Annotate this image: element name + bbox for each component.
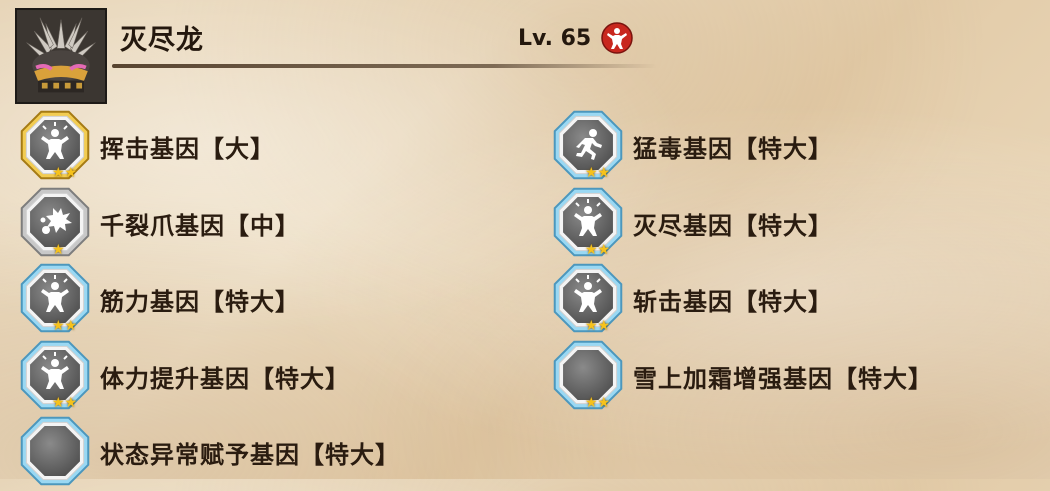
gene-item[interactable]: ★★ 灭尽基因【特大】: [549, 184, 833, 262]
gene-icon-frame: ★★: [549, 337, 627, 415]
gene-icon-frame: ★★: [16, 107, 94, 185]
rarity-stars: ★★: [585, 165, 611, 181]
gene-item[interactable]: 状态异常赋予基因【特大】: [16, 413, 400, 491]
strength-emblem-icon: [601, 22, 633, 54]
rarity-stars: ★★: [52, 165, 78, 181]
rarity-stars: ★★: [585, 318, 611, 334]
rarity-stars: ★★: [52, 318, 78, 334]
rarity-stars: ★★: [585, 242, 611, 258]
gene-icon-frame: ★★: [16, 260, 94, 338]
gene-name: 筋力基因【特大】: [100, 287, 300, 316]
gene-name: 挥击基因【大】: [100, 134, 275, 163]
gene-item[interactable]: ★★ 猛毒基因【特大】: [549, 107, 833, 185]
gene-icon-frame: ★: [16, 184, 94, 262]
monster-portrait: [15, 8, 107, 104]
gene-item[interactable]: ★★ 体力提升基因【特大】: [16, 337, 350, 415]
header-divider: [112, 64, 657, 68]
gene-icon-frame: ★★: [549, 107, 627, 185]
rarity-stars: ★: [52, 242, 65, 258]
gene-item[interactable]: ★★ 筋力基因【特大】: [16, 260, 300, 338]
rarity-stars: ★★: [52, 395, 78, 411]
gene-icon-frame: [16, 413, 94, 491]
nergigante-portrait-icon: [17, 10, 105, 102]
gene-icon-frame: ★★: [549, 184, 627, 262]
gene-item[interactable]: ★ 千裂爪基因【中】: [16, 184, 300, 262]
gene-name: 体力提升基因【特大】: [100, 364, 350, 393]
gene-item[interactable]: ★★ 斩击基因【特大】: [549, 260, 833, 338]
rarity-stars: ★★: [585, 395, 611, 411]
gene-name: 状态异常赋予基因【特大】: [100, 440, 400, 469]
gene-name: 斩击基因【特大】: [633, 287, 833, 316]
gene-name: 猛毒基因【特大】: [633, 134, 833, 163]
blank-icon: [20, 416, 90, 486]
gene-name: 千裂爪基因【中】: [100, 211, 300, 240]
gene-item[interactable]: ★★ 挥击基因【大】: [16, 107, 275, 185]
gene-icon-frame: ★★: [549, 260, 627, 338]
gene-icon-frame: ★★: [16, 337, 94, 415]
gene-name: 灭尽基因【特大】: [633, 211, 833, 240]
gene-item[interactable]: ★★ 雪上加霜增强基因【特大】: [549, 337, 933, 415]
monster-name: 灭尽龙: [120, 25, 204, 56]
gene-name: 雪上加霜增强基因【特大】: [633, 364, 933, 393]
monster-level: Lv. 65: [518, 26, 592, 51]
